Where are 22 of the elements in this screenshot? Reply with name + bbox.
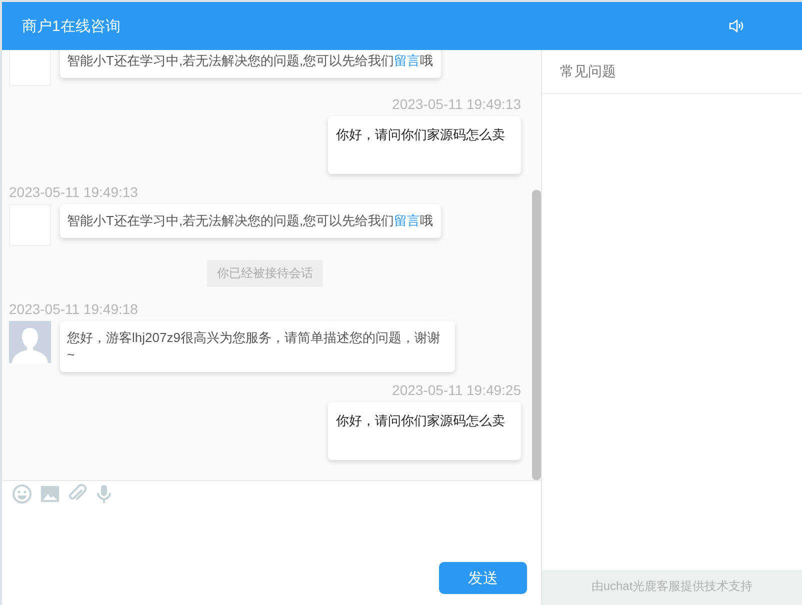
message-bubble: 您好，游客lhj207z9很高兴为您服务，请简单描述您的问题，谢谢~ — [60, 321, 455, 372]
message-time: 2023-05-11 19:49:13 — [392, 96, 521, 112]
scrollbar[interactable] — [532, 190, 541, 480]
message-bubble: 智能小T还在学习中,若无法解决您的问题,您可以先给我们留言哦 — [60, 50, 442, 78]
message-time: 2023-05-11 19:49:25 — [392, 382, 521, 398]
message-bubble: 你好，请问你们家源码怎么卖 — [328, 116, 521, 174]
window-title: 商户1在线咨询 — [22, 16, 122, 36]
speaker-icon[interactable] — [728, 18, 744, 34]
message-bubble: 智能小T还在学习中,若无法解决您的问题,您可以先给我们留言哦 — [60, 204, 442, 238]
send-button[interactable]: 发送 — [439, 562, 527, 594]
message-time: 2023-05-11 19:49:18 — [9, 301, 139, 317]
leave-message-link[interactable]: 留言 — [394, 213, 420, 228]
avatar-icon — [9, 321, 51, 363]
message-time: 2023-05-11 19:49:13 — [9, 184, 139, 200]
image-icon[interactable] — [40, 484, 60, 504]
panel-title: 常见问题 — [542, 50, 802, 94]
emoji-icon[interactable] — [12, 484, 32, 504]
microphone-icon[interactable] — [96, 484, 112, 504]
leave-message-link[interactable]: 留言 — [394, 53, 420, 68]
footer-credit: 由uchat光鹿客服提供技术支持 — [542, 570, 802, 605]
system-notice: 你已经被接待会话 — [207, 260, 323, 287]
message-bubble: 你好，请问你们家源码怎么卖 — [328, 402, 521, 460]
